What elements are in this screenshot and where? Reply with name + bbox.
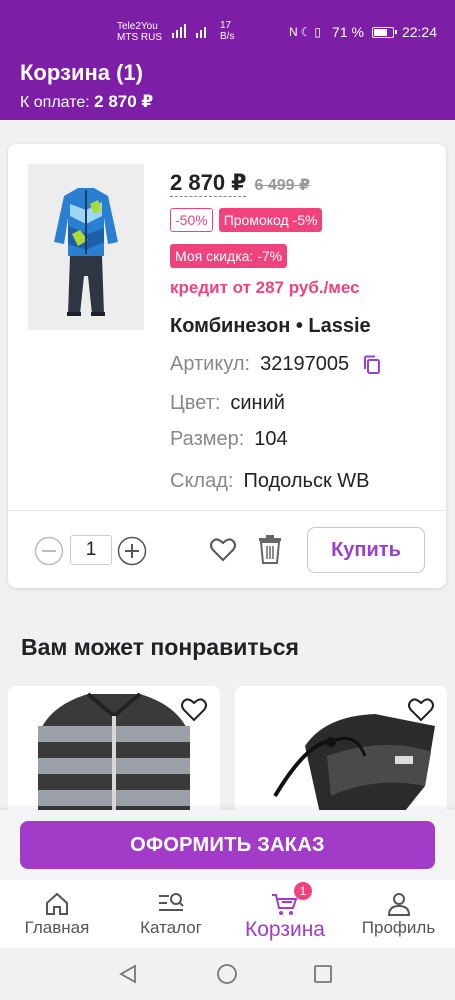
speed-value: 17 [220, 20, 232, 31]
favorite-heart-icon[interactable] [180, 696, 208, 724]
increase-quantity-icon[interactable] [117, 536, 147, 566]
nav-label: Корзина [245, 918, 325, 941]
decrease-quantity-icon[interactable] [34, 536, 64, 566]
nav-label: Профиль [361, 918, 436, 937]
bottom-navigation: Главная Каталог Корзина Профиль [0, 880, 455, 948]
total-value: 2 870 ₽ [94, 92, 154, 111]
system-navigation [0, 948, 455, 1000]
nav-item-cart[interactable]: Корзина [228, 880, 342, 948]
price-row: 2 870 ₽ 6 499 ₽ [170, 170, 310, 197]
profile-icon [387, 893, 410, 916]
carrier-info: Tele2You MTS RUS [117, 21, 162, 43]
buy-button[interactable]: Купить [307, 527, 425, 573]
network-speed: 17 B/s [220, 20, 234, 42]
battery-icon [371, 26, 397, 38]
recent-apps-icon[interactable] [312, 963, 334, 985]
promo-badge: Промокод -5% [218, 208, 323, 232]
favorite-heart-icon[interactable] [209, 536, 237, 564]
attr-value: Подольск WB [243, 470, 370, 492]
attr-key: Размер: [170, 428, 245, 450]
favorite-heart-icon[interactable] [407, 696, 435, 724]
old-price: 6 499 ₽ [254, 177, 311, 194]
current-price: 2 870 ₽ [170, 170, 247, 197]
discount-badge: -50% [170, 208, 213, 232]
product-name[interactable]: Комбинезон • Lassie [170, 315, 371, 338]
nav-item-catalog[interactable]: Каталог [114, 880, 228, 948]
total-label: К оплате: [20, 94, 90, 111]
nav-label: Главная [24, 918, 90, 937]
speed-unit: B/s [220, 31, 235, 42]
credit-link[interactable]: кредит от 287 руб./мес [170, 278, 360, 298]
catalog-search-icon [159, 893, 184, 911]
checkout-bar: ОФОРМИТЬ ЗАКАЗ [0, 810, 455, 880]
battery-percent: 71 % [332, 24, 364, 40]
my-discount-badge: Моя скидка: -7% [170, 244, 288, 268]
attr-color: Цвет: синий [170, 392, 285, 415]
carrier-1: Tele2You [117, 21, 158, 32]
attr-value: синий [230, 392, 285, 414]
recommendations-title: Вам может понравиться [21, 634, 299, 660]
total-summary: К оплате: 2 870 ₽ [20, 92, 153, 112]
quantity-input[interactable]: 1 [70, 535, 112, 565]
carrier-2: MTS RUS [117, 32, 162, 43]
attr-size: Размер: 104 [170, 428, 288, 451]
attr-value: 104 [254, 428, 288, 450]
home-circle-icon[interactable] [216, 963, 238, 985]
nav-label: Каталог [140, 918, 202, 937]
attr-article: Артикул: 32197005 [170, 353, 381, 376]
cart-header: Корзина (1) К оплате: 2 870 ₽ [0, 48, 455, 120]
checkout-button[interactable]: ОФОРМИТЬ ЗАКАЗ [20, 821, 435, 869]
cart-count-badge: 1 [294, 882, 312, 900]
attr-key: Артикул: [170, 353, 251, 375]
system-status-icons: N☾▯ [289, 25, 325, 39]
jumpsuit-picture [28, 164, 144, 330]
attr-key: Цвет: [170, 392, 221, 414]
divider [8, 510, 446, 511]
attr-key: Склад: [170, 470, 234, 492]
clock: 22:24 [401, 24, 437, 40]
copy-icon[interactable] [363, 355, 381, 375]
signal-icon [172, 24, 206, 38]
page-title: Корзина (1) [20, 60, 143, 85]
cart-item-card: 2 870 ₽ 6 499 ₽ -50% Промокод -5% Моя ск… [8, 144, 446, 588]
back-icon[interactable] [117, 963, 139, 985]
home-icon [46, 892, 68, 915]
attr-warehouse: Склад: Подольск WB [170, 470, 369, 493]
product-image[interactable] [28, 164, 144, 330]
nav-item-profile[interactable]: Профиль [342, 880, 455, 948]
status-right: N☾▯ 71 % 22:24 [289, 24, 437, 40]
status-bar: Tele2You MTS RUS 17 B/s N☾▯ 71 % 22:24 [0, 0, 455, 48]
attr-value: 32197005 [260, 353, 350, 375]
delete-trash-icon[interactable] [258, 534, 282, 564]
discount-tags: -50% Промокод -5% [170, 208, 323, 232]
nav-item-home[interactable]: Главная [0, 880, 114, 948]
